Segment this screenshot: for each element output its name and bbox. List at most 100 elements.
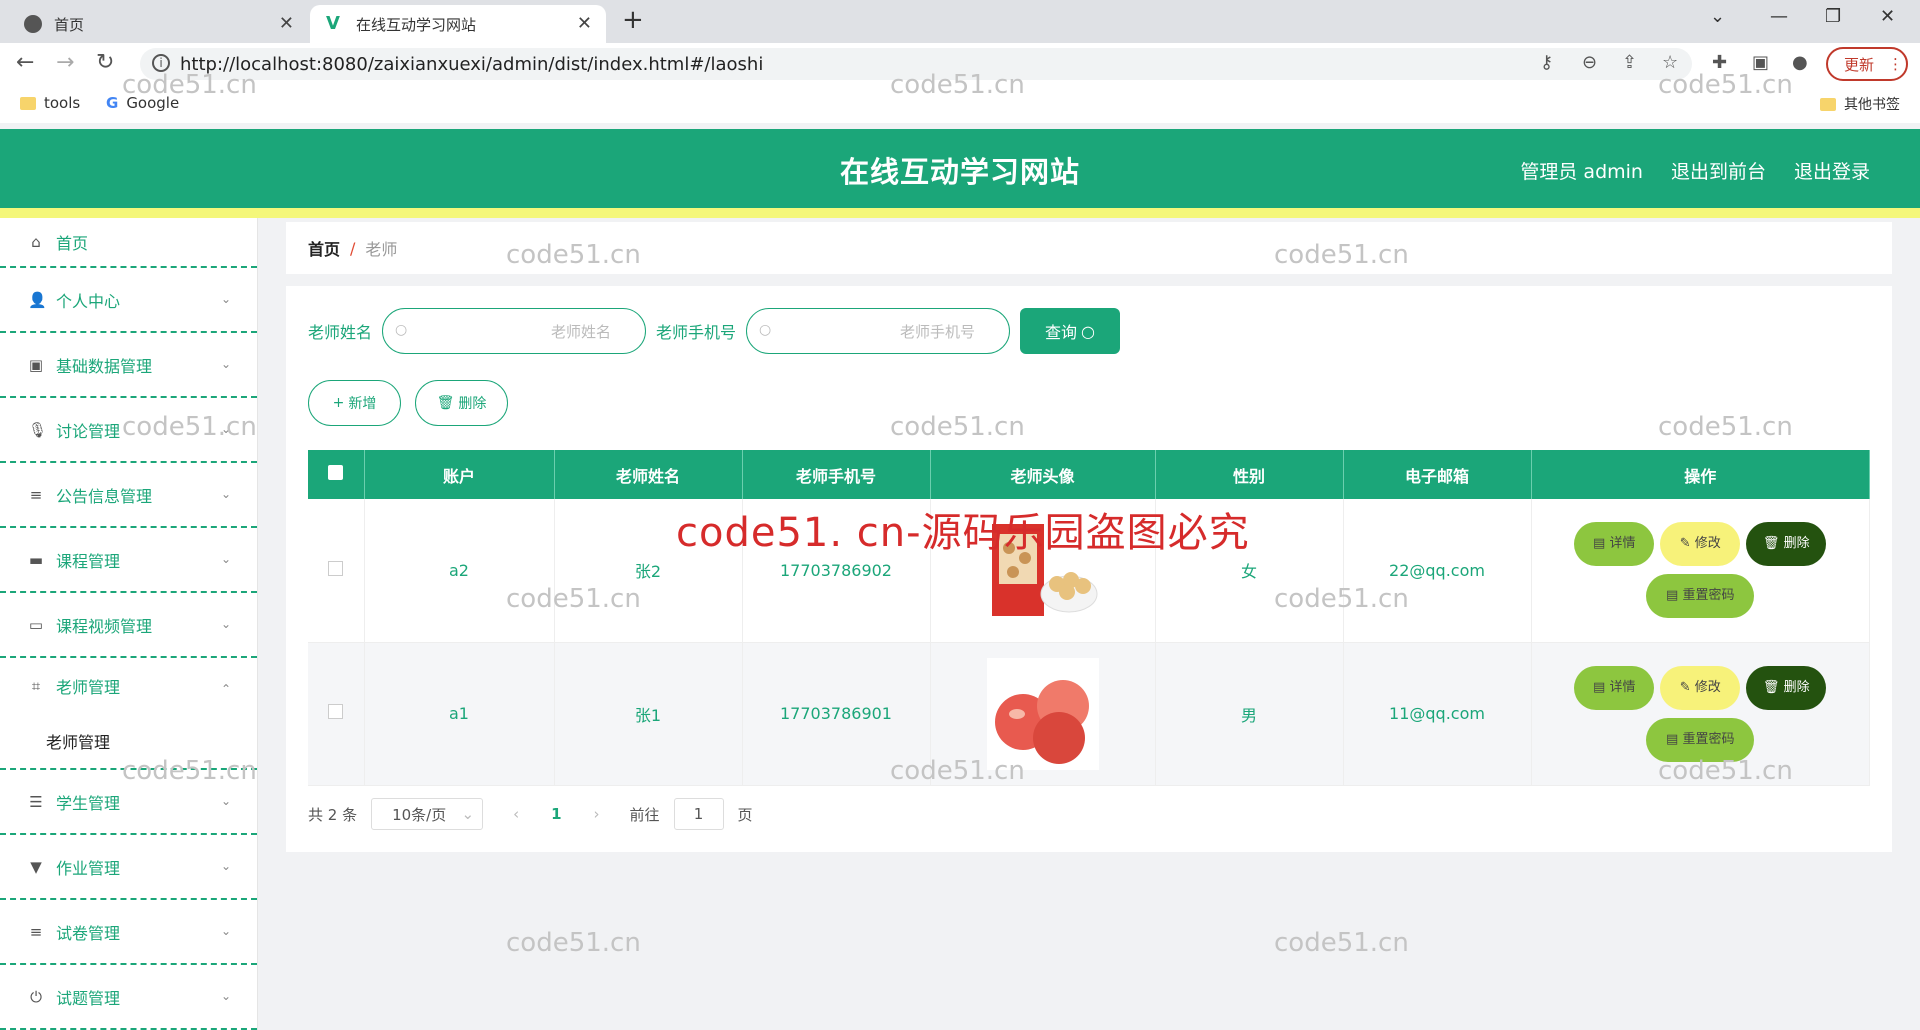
- gender-cell: 女: [1155, 499, 1344, 643]
- forward-icon[interactable]: →: [56, 50, 74, 75]
- goto-prefix: 前往: [629, 805, 660, 824]
- prev-page-icon[interactable]: ‹: [513, 805, 519, 823]
- plus-icon: +: [332, 395, 345, 411]
- select-all-checkbox[interactable]: [328, 465, 344, 480]
- edit-button[interactable]: ✎ 修改: [1660, 665, 1741, 710]
- podium-icon: ▼: [30, 857, 42, 876]
- browser-tab-active[interactable]: V 在线互动学习网站 ✕: [310, 5, 606, 43]
- bookmark-tools[interactable]: tools: [20, 94, 80, 112]
- admin-label[interactable]: 管理员 admin: [1520, 157, 1643, 184]
- reload-icon[interactable]: ↻: [96, 50, 114, 75]
- zoom-icon[interactable]: ⊖: [1582, 52, 1597, 73]
- bulk-delete-button[interactable]: 🗑 删除: [415, 380, 508, 426]
- apples-image[interactable]: [986, 657, 1099, 770]
- teacher-phone-input[interactable]: ○ 老师手机号: [746, 308, 1011, 354]
- goto-page-input[interactable]: 1: [673, 798, 724, 830]
- reset-password-button[interactable]: ▤ 重置密码: [1646, 574, 1755, 619]
- teacher-table: 账户 老师姓名 老师手机号 老师头像 性别 电子邮箱 操作 a2 张2 1770…: [308, 450, 1870, 786]
- url-field[interactable]: i http://localhost:8080/zaixianxuexi/adm…: [140, 48, 1692, 80]
- sidebar-item-student[interactable]: ☰ 学生管理 ⌄: [0, 770, 257, 835]
- query-button[interactable]: 查询 ○: [1020, 308, 1121, 354]
- chevron-down-icon: ⌄: [220, 859, 231, 873]
- detail-button[interactable]: ▤ 详情: [1574, 665, 1655, 710]
- close-window-icon[interactable]: ✕: [1880, 6, 1895, 27]
- column-header: 老师手机号: [742, 450, 931, 499]
- sidebar-item-notice[interactable]: ≡ 公告信息管理 ⌄: [0, 463, 257, 528]
- sidebar-item-exam[interactable]: ≡ 试卷管理 ⌄: [0, 900, 257, 965]
- minimize-icon[interactable]: —: [1770, 6, 1788, 27]
- sidebar-item-label: 首页: [56, 234, 89, 253]
- globe-icon: [24, 15, 42, 33]
- snack-bag-image[interactable]: [987, 514, 1099, 626]
- other-bookmarks[interactable]: 其他书签: [1820, 94, 1900, 114]
- delete-label: 删除: [1783, 679, 1810, 695]
- key-icon[interactable]: ⚷: [1540, 52, 1553, 73]
- restore-icon[interactable]: ❐: [1825, 6, 1841, 27]
- row-checkbox[interactable]: [328, 560, 344, 576]
- bookmark-label: Google: [126, 94, 180, 112]
- tab-search-chevron-icon[interactable]: ⌄: [1710, 6, 1725, 27]
- accent-strip: [0, 208, 1920, 218]
- sidebar-item-label: 课程管理: [56, 551, 121, 571]
- side-panel-icon[interactable]: ▣: [1752, 52, 1769, 73]
- trash-icon: 🗑: [436, 395, 455, 411]
- logout-link[interactable]: 退出登录: [1794, 157, 1870, 184]
- breadcrumb-home[interactable]: 首页: [308, 236, 340, 260]
- detail-button[interactable]: ▤ 详情: [1574, 522, 1655, 567]
- sidebar-item-course[interactable]: ▬ 课程管理 ⌄: [0, 528, 257, 593]
- bookmark-star-icon[interactable]: ☆: [1662, 52, 1678, 73]
- sidebar-item-basic-data[interactable]: ▣ 基础数据管理 ⌄: [0, 333, 257, 398]
- reset-password-button[interactable]: ▤ 重置密码: [1646, 717, 1755, 762]
- trash-icon: 🗑: [1762, 679, 1784, 695]
- folder-icon: [20, 96, 36, 110]
- google-icon: G: [106, 94, 119, 112]
- chevron-down-icon: ⌄: [220, 617, 231, 631]
- new-tab-icon[interactable]: +: [622, 5, 644, 35]
- sidebar-item-homework[interactable]: ▼ 作业管理 ⌄: [0, 835, 257, 900]
- update-button[interactable]: 更新 ⋮: [1826, 47, 1908, 81]
- query-label: 查询: [1045, 323, 1078, 342]
- row-checkbox[interactable]: [328, 704, 344, 719]
- add-button[interactable]: + 新增: [308, 380, 401, 426]
- delete-button[interactable]: 🗑 删除: [1746, 522, 1827, 567]
- close-tab-icon[interactable]: ✕: [577, 13, 592, 34]
- extensions-icon[interactable]: ✚: [1712, 52, 1727, 73]
- edit-button[interactable]: ✎ 修改: [1660, 522, 1741, 567]
- doc-icon: ▤: [1666, 588, 1683, 604]
- column-header: 操作: [1531, 450, 1870, 499]
- update-label: 更新: [1844, 55, 1875, 74]
- sidebar-item-discussion[interactable]: 🎙 讨论管理 ⌄: [0, 398, 257, 463]
- next-page-icon[interactable]: ›: [594, 805, 600, 823]
- current-page[interactable]: 1: [551, 805, 561, 823]
- back-icon[interactable]: ←: [16, 50, 34, 75]
- sidebar-item-teacher[interactable]: ⌗ 老师管理 ⌃: [0, 658, 257, 713]
- clipboard-icon: ▣: [28, 355, 44, 374]
- sidebar-subitem-teacher[interactable]: 老师管理: [0, 713, 257, 770]
- share-icon[interactable]: ⇪: [1622, 52, 1637, 73]
- reset-label: 重置密码: [1682, 731, 1735, 747]
- doc-icon: ▤: [1593, 679, 1610, 695]
- sidebar-item-label: 公告信息管理: [56, 486, 153, 506]
- microphone-icon: 🎙: [28, 420, 48, 439]
- doc-icon: ▤: [1593, 536, 1610, 552]
- profile-icon[interactable]: ●: [1792, 52, 1808, 73]
- teacher-name-input[interactable]: ○ 老师姓名: [382, 308, 647, 354]
- to-front-link[interactable]: 退出到前台: [1671, 157, 1766, 184]
- chevron-down-icon: ⌄: [220, 422, 231, 436]
- chevron-up-icon: ⌃: [220, 682, 231, 696]
- sidebar: ⌂ 首页 👤 个人中心 ⌄ ▣ 基础数据管理 ⌄ 🎙 讨论管理 ⌄ ≡ 公告信息…: [0, 218, 258, 1030]
- bookmark-google[interactable]: G Google: [106, 94, 179, 112]
- sidebar-item-home[interactable]: ⌂ 首页: [0, 218, 257, 268]
- browser-tab-home[interactable]: 首页 ✕: [8, 5, 308, 43]
- placeholder: 老师手机号: [900, 322, 976, 341]
- sidebar-item-question[interactable]: ⏻ 试题管理 ⌄: [0, 965, 257, 1030]
- chat-icon: ▬: [28, 550, 44, 569]
- delete-button[interactable]: 🗑 删除: [1746, 665, 1827, 710]
- sidebar-item-course-video[interactable]: ▭ 课程视频管理 ⌄: [0, 593, 257, 658]
- site-info-icon[interactable]: i: [152, 54, 170, 72]
- close-tab-icon[interactable]: ✕: [279, 13, 294, 34]
- chevron-down-icon: ⌄: [220, 924, 231, 938]
- page-size-select[interactable]: 10条/页 ⌄: [371, 798, 484, 830]
- sidebar-item-personal[interactable]: 👤 个人中心 ⌄: [0, 268, 257, 333]
- header-links: 管理员 admin 退出到前台 退出登录: [1520, 157, 1870, 184]
